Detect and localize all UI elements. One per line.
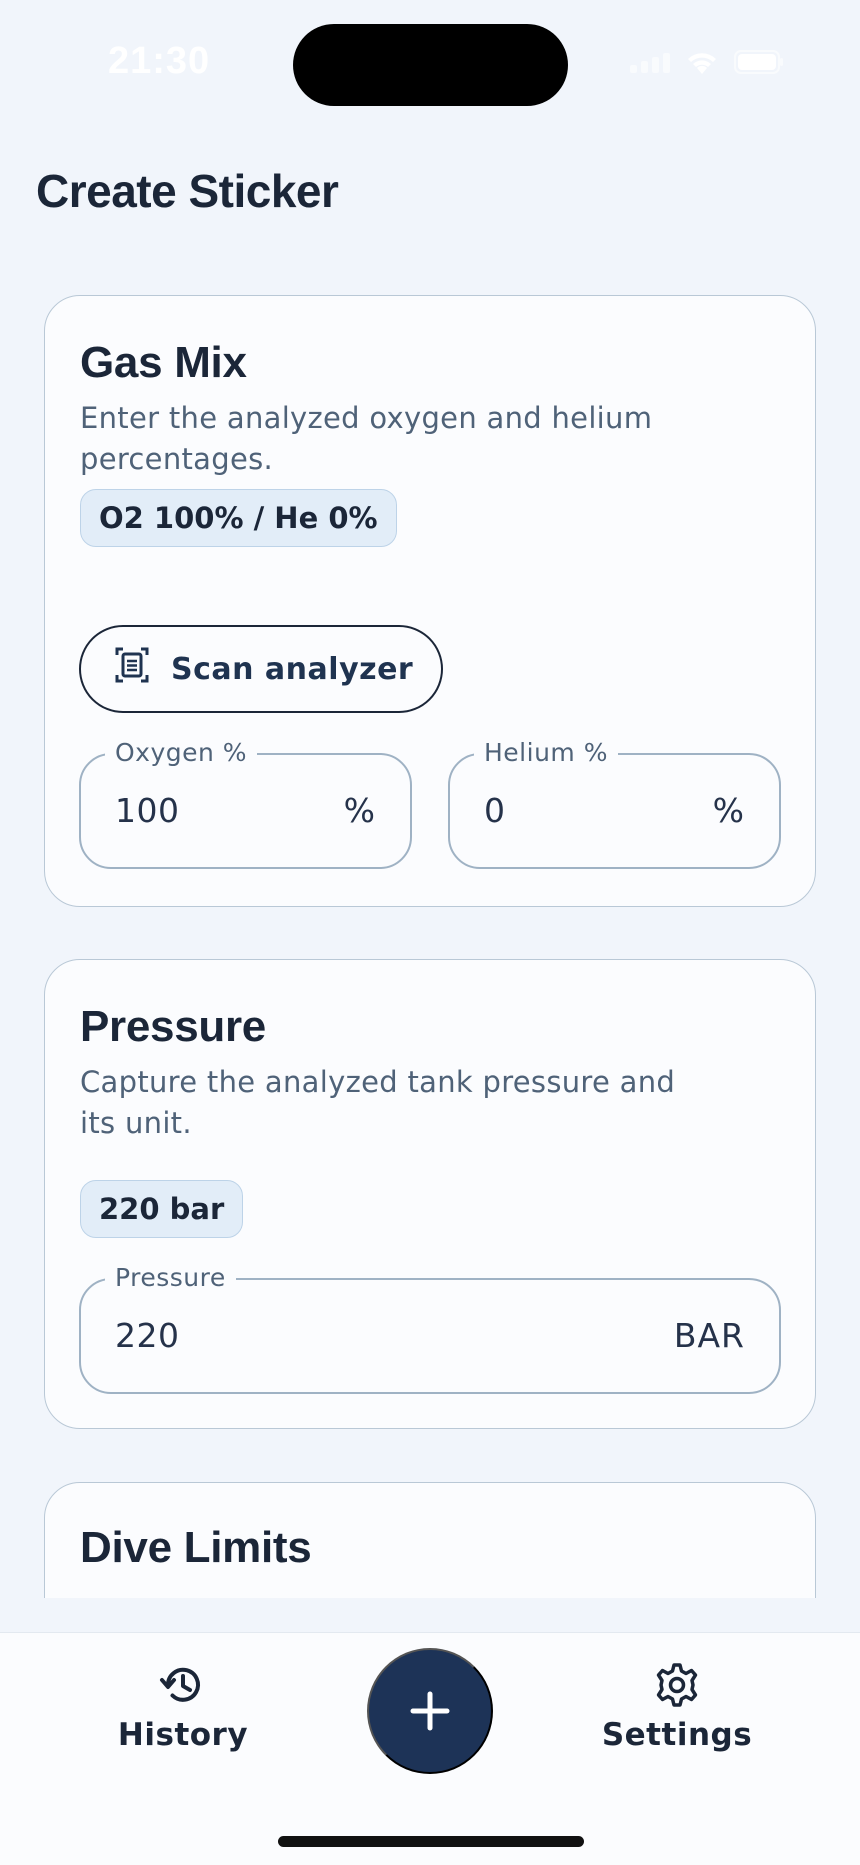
scan-analyzer-button[interactable]: Scan analyzer bbox=[79, 625, 443, 713]
status-bar: 21:30 bbox=[0, 0, 860, 130]
cellular-signal-icon bbox=[630, 51, 670, 73]
gear-icon bbox=[587, 1661, 767, 1709]
dynamic-island bbox=[293, 24, 568, 106]
form-scroll-area[interactable]: Gas Mix Enter the analyzed oxygen and he… bbox=[0, 240, 860, 1598]
pressure-title: Pressure bbox=[80, 1002, 266, 1051]
pressure-field-label: Pressure bbox=[105, 1263, 236, 1292]
gas-mix-summary-chip: O2 100% / He 0% bbox=[80, 489, 397, 547]
scan-analyzer-label: Scan analyzer bbox=[171, 651, 414, 687]
oxygen-value: 100 bbox=[115, 791, 180, 830]
status-time: 21:30 bbox=[108, 40, 211, 82]
pressure-description: Capture the analyzed tank pressure and i… bbox=[80, 1065, 676, 1140]
gas-mix-description: Enter the analyzed oxygen and helium per… bbox=[80, 401, 653, 476]
helium-field-label: Helium % bbox=[474, 738, 618, 767]
pressure-summary-chip: 220 bar bbox=[80, 1180, 244, 1238]
document-scan-icon bbox=[115, 646, 149, 692]
pressure-field[interactable]: Pressure 220 BAR bbox=[79, 1263, 781, 1394]
gas-mix-title: Gas Mix bbox=[80, 338, 247, 387]
pressure-value: 220 bbox=[115, 1316, 180, 1355]
dive-limits-card: Dive Limits bbox=[44, 1482, 816, 1598]
page-title: Create Sticker bbox=[36, 165, 339, 217]
tab-history-label: History bbox=[117, 1717, 249, 1753]
oxygen-field[interactable]: Oxygen % 100 % bbox=[79, 738, 412, 869]
history-icon bbox=[93, 1661, 273, 1709]
plus-icon bbox=[408, 1689, 452, 1733]
tab-history[interactable]: History bbox=[93, 1661, 273, 1753]
pressure-unit: BAR bbox=[673, 1316, 745, 1355]
tab-settings-label: Settings bbox=[601, 1717, 753, 1753]
wifi-icon bbox=[684, 48, 720, 76]
battery-icon bbox=[734, 50, 784, 74]
helium-field[interactable]: Helium % 0 % bbox=[448, 738, 781, 869]
home-indicator bbox=[278, 1836, 584, 1847]
pressure-card: Pressure Capture the analyzed tank press… bbox=[44, 959, 816, 1429]
pressure-summary-text: 220 bar bbox=[99, 1192, 225, 1226]
add-sticker-button[interactable] bbox=[367, 1648, 493, 1774]
oxygen-field-label: Oxygen % bbox=[105, 738, 258, 767]
helium-value: 0 bbox=[484, 791, 506, 830]
gas-mix-card: Gas Mix Enter the analyzed oxygen and he… bbox=[44, 295, 816, 907]
dive-limits-title: Dive Limits bbox=[80, 1523, 312, 1572]
tab-settings[interactable]: Settings bbox=[587, 1661, 767, 1753]
helium-unit: % bbox=[712, 791, 745, 830]
status-icons bbox=[630, 48, 784, 76]
gas-mix-summary-text: O2 100% / He 0% bbox=[99, 501, 378, 535]
oxygen-unit: % bbox=[343, 791, 376, 830]
